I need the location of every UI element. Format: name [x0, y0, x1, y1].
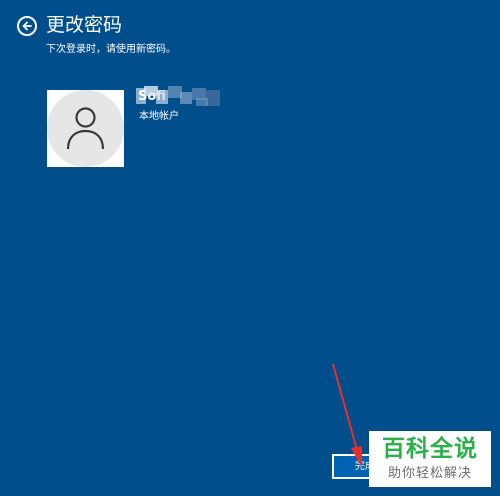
back-button[interactable] — [17, 16, 37, 36]
back-arrow-icon — [22, 21, 32, 31]
avatar — [47, 90, 124, 167]
page-title: 更改密码 — [46, 14, 123, 36]
watermark-subtitle: 助你轻松解决 — [387, 466, 472, 481]
account-type: 本地帐户 — [139, 111, 179, 122]
username: Sofi — [138, 89, 166, 104]
avatar-circle — [47, 90, 124, 167]
watermark-title: 百科全说 — [382, 436, 478, 462]
watermark: 百科全说 助你轻松解决 — [369, 431, 491, 487]
user-silhouette-icon — [66, 107, 105, 150]
page-subtitle: 下次登录时，请使用新密码。 — [46, 44, 176, 55]
red-arrow-annotation-icon — [332, 363, 362, 468]
